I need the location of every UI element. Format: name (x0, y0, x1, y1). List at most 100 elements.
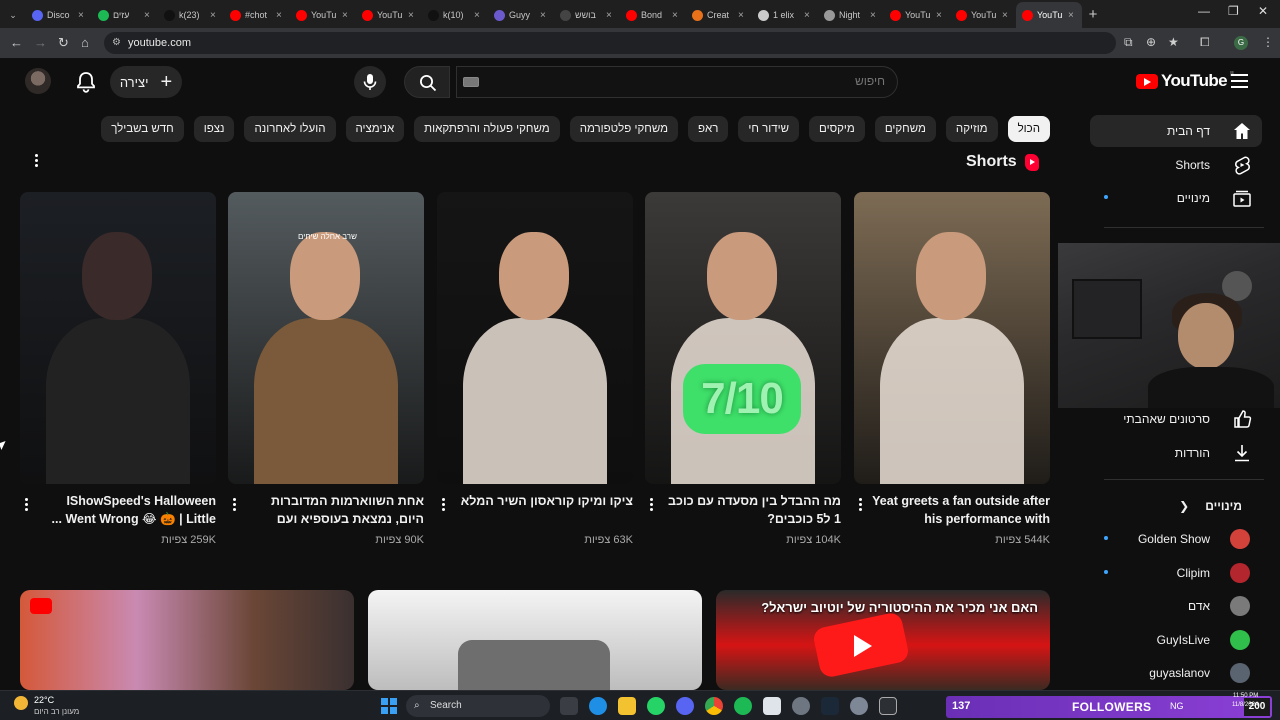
tab-close-icon[interactable]: × (408, 10, 416, 21)
more-options-icon[interactable] (647, 498, 655, 513)
tab-close-icon[interactable]: × (144, 10, 152, 21)
sidebar-subscriptions-heading[interactable]: ❯ מינויים (1090, 499, 1262, 513)
more-options-icon[interactable] (230, 498, 238, 513)
browser-tab[interactable]: YouTu × (356, 2, 422, 28)
filter-chip[interactable]: מוזיקה (945, 116, 998, 142)
notifications-bell-icon[interactable] (76, 71, 96, 98)
tab-close-icon[interactable]: × (606, 10, 614, 21)
tab-close-icon[interactable]: × (738, 10, 746, 21)
sidebar-item-shorts[interactable]: Shorts (1090, 149, 1262, 181)
browser-menu-icon[interactable]: ⋮ (1262, 35, 1274, 49)
bookmark-star-icon[interactable]: ★ (1168, 35, 1179, 49)
short-title[interactable]: IShowSpeed's Halloween Went Wrong 😂 🎃 | … (36, 492, 216, 528)
video-thumbnail[interactable]: האם אני מכיר את ההיסטוריה של יוטיוב ישרא… (716, 590, 1050, 690)
filter-chip[interactable]: הכול (1007, 116, 1050, 142)
tab-close-icon[interactable]: × (210, 10, 218, 21)
site-info-icon[interactable]: ⚙ (112, 37, 121, 48)
shelf-more-options-icon[interactable] (32, 154, 40, 169)
short-card[interactable]: IShowSpeed's Halloween Went Wrong 😂 🎃 | … (20, 192, 216, 546)
file-explorer-icon[interactable] (618, 697, 636, 715)
subscription-channel[interactable]: אדם (1090, 590, 1262, 622)
short-thumbnail[interactable] (437, 192, 633, 484)
subscription-channel[interactable]: guyaslanov (1090, 657, 1262, 689)
short-card[interactable]: שרב אחלה שיחים אחת השווארמות המדוברות היו… (228, 192, 424, 546)
maximize-button[interactable]: ❐ (1228, 4, 1239, 18)
subscription-channel[interactable]: Golden Show (1090, 523, 1262, 555)
video-thumbnail[interactable] (20, 590, 354, 690)
edge-browser-icon[interactable] (589, 697, 607, 715)
short-thumbnail[interactable] (20, 192, 216, 484)
subscription-channel[interactable]: GuyIsLive (1090, 624, 1262, 656)
task-view-icon[interactable] (560, 697, 578, 715)
subscription-channel[interactable]: Clipim (1090, 557, 1262, 589)
tab-close-icon[interactable]: × (672, 10, 680, 21)
browser-tab[interactable]: 1 elix × (752, 2, 818, 28)
browser-tab[interactable]: #chot × (224, 2, 290, 28)
browser-tab[interactable]: k(10) × (422, 2, 488, 28)
discord-icon[interactable] (676, 697, 694, 715)
reload-icon[interactable]: ↻ (58, 35, 69, 51)
tab-close-icon[interactable]: × (804, 10, 812, 21)
system-clock[interactable]: 11:50 PM 11/8/2024 (1232, 692, 1258, 710)
more-options-icon[interactable] (439, 498, 447, 513)
browser-tab[interactable]: Night × (818, 2, 884, 28)
browser-tab[interactable]: YouTu × (950, 2, 1016, 28)
filter-chip[interactable]: משחקי פעולה והרפתקאות (414, 116, 560, 142)
sidebar-item-subscriptions[interactable]: מינויים (1090, 182, 1262, 214)
sidebar-item-downloads[interactable]: הורדות (1090, 437, 1262, 469)
back-icon[interactable]: ← (10, 35, 23, 50)
tab-close-icon[interactable]: × (78, 10, 86, 21)
tab-close-icon[interactable]: × (870, 10, 878, 21)
account-avatar[interactable] (25, 68, 51, 94)
browser-tab[interactable]: k(23) × (158, 2, 224, 28)
more-options-icon[interactable] (856, 498, 864, 513)
forward-icon[interactable]: → (34, 35, 47, 50)
zoom-icon[interactable]: ⊕ (1146, 35, 1156, 49)
short-title[interactable]: ציקו ומיקו קוראסון השיר המלא (453, 492, 633, 510)
short-thumbnail[interactable]: שרב אחלה שיחים (228, 192, 424, 484)
minimize-button[interactable]: — (1198, 4, 1210, 18)
app-icon[interactable] (879, 697, 897, 715)
filter-chip[interactable]: הועלו לאחרונה (244, 116, 336, 142)
filter-chip[interactable]: ראפ (688, 116, 729, 142)
settings-icon[interactable] (850, 697, 868, 715)
short-card[interactable]: ציקו ומיקו קוראסון השיר המלא 63K צפיות (437, 192, 633, 546)
tab-search-button[interactable]: ⌄ (0, 2, 26, 28)
search-field[interactable] (456, 66, 898, 98)
short-card[interactable]: 7/10 מה ההבדל בין מסעדה עם כוכב 1 ל5 כוכב… (645, 192, 841, 546)
browser-tab[interactable]: Creat × (686, 2, 752, 28)
filter-chip[interactable]: שידור חי (738, 116, 800, 142)
chrome-icon[interactable] (705, 697, 723, 715)
spotify-icon[interactable] (734, 697, 752, 715)
tab-close-icon[interactable]: × (276, 10, 284, 21)
notepad-icon[interactable] (763, 697, 781, 715)
filter-chip[interactable]: מיקסים (809, 116, 865, 142)
whatsapp-icon[interactable] (647, 697, 665, 715)
short-card[interactable]: Yeat greets a fan outside after his perf… (854, 192, 1050, 546)
tab-close-icon[interactable]: × (1068, 10, 1076, 21)
new-tab-button[interactable]: + (1082, 2, 1104, 28)
filter-chip[interactable]: נצפו (193, 116, 235, 142)
filter-chip[interactable]: אנימציה (345, 116, 405, 142)
keyboard-icon[interactable] (463, 77, 479, 87)
sidebar-item-home[interactable]: דף הבית (1090, 115, 1262, 147)
windows-start-icon[interactable] (381, 698, 397, 714)
more-options-icon[interactable] (22, 498, 30, 513)
taskbar-search[interactable]: ⌕ Search (406, 695, 550, 717)
filter-chip[interactable]: חדש בשבילך (101, 116, 184, 142)
browser-tab[interactable]: עזים × (92, 2, 158, 28)
extensions-icon[interactable]: ⧠ (1200, 35, 1210, 50)
address-bar[interactable]: ⚙ youtube.com (104, 32, 1116, 54)
youtube-logo[interactable]: YouTube IL (1136, 71, 1236, 91)
browser-tab[interactable]: YouTu × (290, 2, 356, 28)
search-input[interactable] (485, 74, 885, 88)
voice-search-button[interactable] (354, 66, 386, 98)
close-window-button[interactable]: ✕ (1258, 4, 1268, 18)
filter-chip[interactable]: משחקי פלטפורמה (569, 116, 679, 142)
tab-close-icon[interactable]: × (936, 10, 944, 21)
browser-tab[interactable]: YouTu × (884, 2, 950, 28)
short-thumbnail[interactable] (854, 192, 1050, 484)
short-title[interactable]: אחת השווארמות המדוברות היום, נמצאת בעוספ… (244, 492, 424, 528)
steam-icon[interactable] (821, 697, 839, 715)
tab-close-icon[interactable]: × (1002, 10, 1010, 21)
